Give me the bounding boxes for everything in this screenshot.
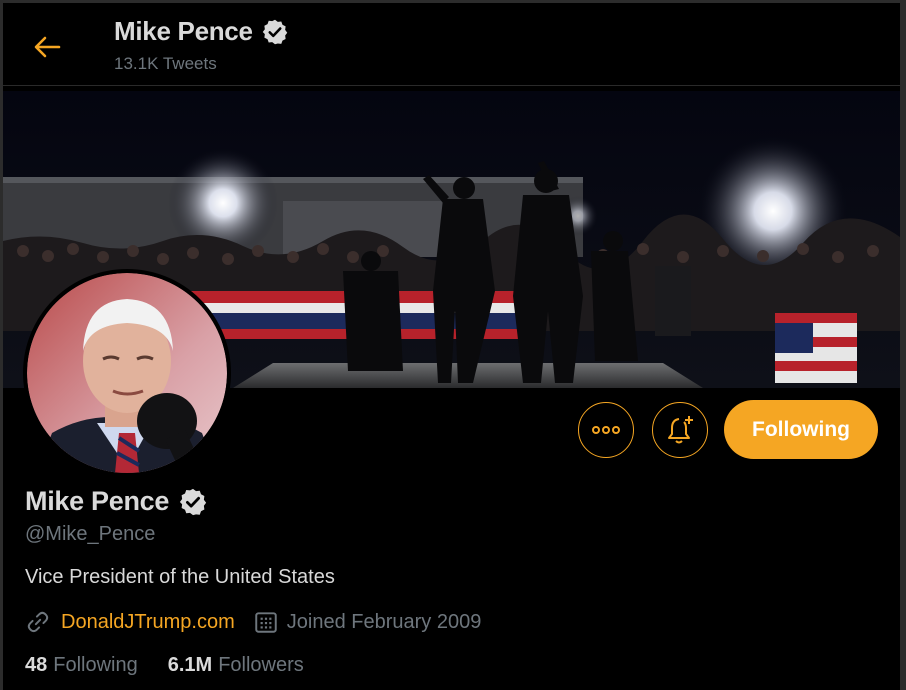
verified-badge-icon bbox=[179, 488, 207, 515]
following-button[interactable]: Following bbox=[724, 400, 878, 459]
profile-handle: @Mike_Pence bbox=[25, 523, 156, 545]
profile-meta: DonaldJTrump.com Joined February 2009 bbox=[25, 609, 481, 635]
avatar-image bbox=[27, 273, 227, 473]
bell-plus-icon bbox=[668, 416, 693, 444]
following-label: Following bbox=[53, 654, 138, 676]
back-button[interactable] bbox=[29, 29, 65, 65]
verified-badge-icon bbox=[262, 19, 287, 44]
profile-stats: 48 Following 6.1M Followers bbox=[25, 654, 304, 677]
profile-name-row: Mike Pence bbox=[25, 486, 208, 517]
more-icon bbox=[592, 426, 620, 434]
arrow-left-icon bbox=[34, 36, 61, 58]
profile-name: Mike Pence bbox=[25, 486, 170, 516]
tweet-count: 13.1K Tweets bbox=[114, 54, 217, 73]
following-count: 48 bbox=[25, 654, 48, 676]
profile-bio: Vice President of the United States bbox=[25, 566, 335, 588]
following-stat[interactable]: 48 Following bbox=[25, 654, 138, 677]
link-icon bbox=[27, 611, 49, 633]
followers-label: Followers bbox=[218, 654, 304, 676]
header-name: Mike Pence bbox=[114, 16, 253, 46]
profile-avatar[interactable] bbox=[23, 269, 231, 477]
top-bar: Mike Pence 13.1K Tweets bbox=[3, 3, 900, 86]
followers-stat[interactable]: 6.1M Followers bbox=[168, 654, 304, 677]
notifications-button[interactable] bbox=[652, 402, 708, 458]
header-title: Mike Pence bbox=[114, 16, 289, 47]
more-button[interactable] bbox=[578, 402, 634, 458]
calendar-icon bbox=[255, 612, 277, 633]
profile-page: Mike Pence 13.1K Tweets Following Mike P… bbox=[3, 3, 900, 690]
followers-count: 6.1M bbox=[167, 654, 213, 676]
joined-date: Joined February 2009 bbox=[286, 610, 482, 633]
website-link[interactable]: DonaldJTrump.com bbox=[61, 611, 235, 634]
